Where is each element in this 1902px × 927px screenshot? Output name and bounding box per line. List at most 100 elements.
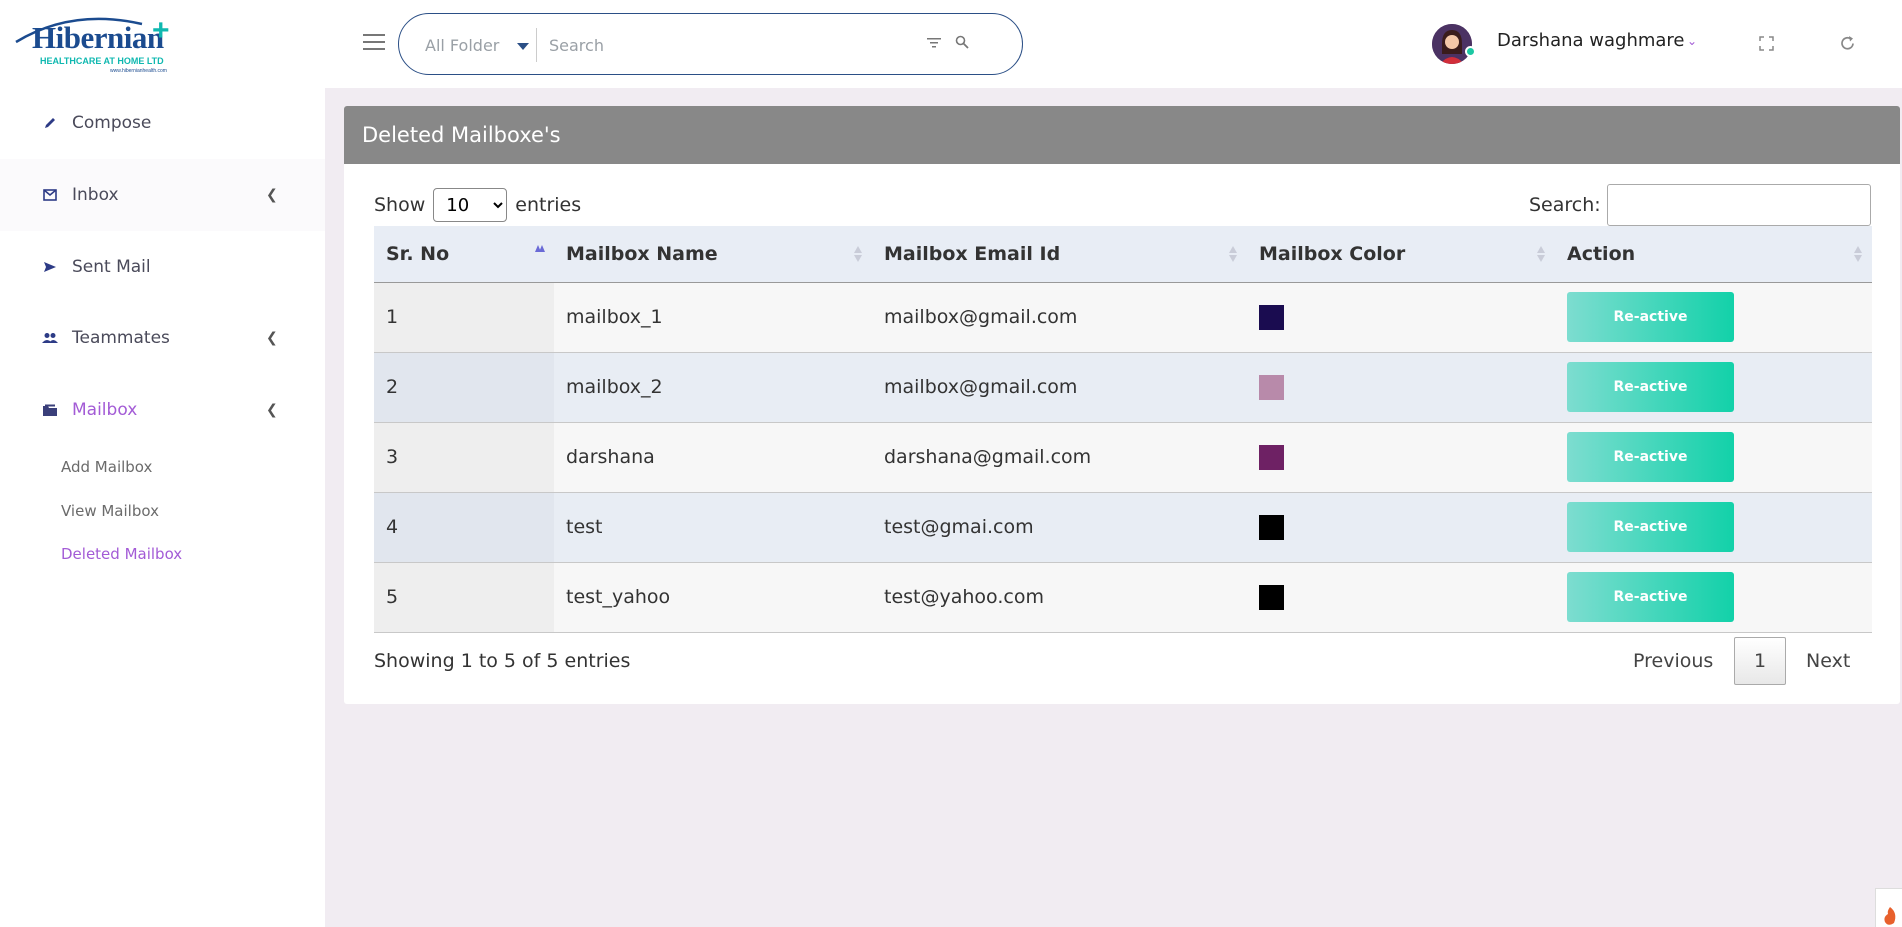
table-row: 3 darshana darshana@gmail.com Re-active [374, 422, 1872, 493]
reactivate-button[interactable]: Re-active [1567, 432, 1734, 482]
sidebar-subitem-deleted-mailbox[interactable]: Deleted Mailbox [61, 545, 182, 563]
column-header-label: Action [1567, 242, 1636, 265]
cell-mailbox-color [1247, 422, 1555, 493]
users-icon [42, 330, 58, 346]
sidebar-subitem-view-mailbox[interactable]: View Mailbox [61, 502, 159, 520]
search-icon[interactable] [955, 35, 969, 49]
fullscreen-icon[interactable] [1759, 36, 1774, 51]
color-swatch [1259, 584, 1284, 610]
cell-mailbox-color [1247, 352, 1555, 423]
sidebar-item-sent-mail[interactable]: Sent Mail [0, 231, 325, 303]
table-row: 5 test_yahoo test@yahoo.com Re-active [374, 562, 1872, 633]
table-search-input[interactable] [1606, 184, 1871, 226]
color-swatch [1259, 374, 1284, 400]
chevron-down-icon[interactable]: ⌄ [1687, 34, 1697, 48]
column-header-label: Mailbox Color [1259, 242, 1406, 265]
cell-mailbox-color [1247, 562, 1555, 633]
table-row: 4 test test@gmai.com Re-active [374, 492, 1872, 563]
sidebar-item-inbox[interactable]: Inbox ❮ [0, 159, 325, 231]
online-status-dot [1465, 46, 1476, 57]
cell-sr-no: 1 [374, 282, 554, 353]
logo[interactable]: Hibernian + HEALTHCARE AT HOME LTD www.h… [12, 12, 172, 74]
sort-asc-icon[interactable] [534, 244, 546, 264]
cell-mailbox-name: darshana [554, 422, 872, 493]
chevron-left-icon: ❮ [266, 330, 278, 346]
column-header-action[interactable]: Action [1555, 226, 1872, 283]
color-swatch [1259, 514, 1284, 540]
search-input[interactable] [549, 29, 849, 61]
card-title: Deleted Mailboxe's [344, 106, 1900, 164]
logo-name: Hibernian [32, 20, 164, 55]
search-divider [536, 28, 537, 62]
column-header-label: Mailbox Email Id [884, 242, 1061, 265]
column-header-mailbox-color[interactable]: Mailbox Color [1247, 226, 1555, 283]
sort-icon[interactable] [852, 244, 864, 264]
sidebar-item-label: Compose [72, 113, 152, 133]
show-label: Show [374, 194, 426, 216]
chevron-left-icon: ❮ [266, 402, 278, 418]
sidebar-item-label: Teammates [72, 328, 170, 348]
reactivate-button[interactable]: Re-active [1567, 292, 1734, 342]
send-icon [42, 259, 58, 275]
deleted-mailboxes-card: Deleted Mailboxe's Show 10 entries Searc… [344, 106, 1900, 704]
folder-icon [42, 402, 58, 418]
cell-sr-no: 3 [374, 422, 554, 493]
cell-mailbox-email: mailbox@gmail.com [872, 352, 1247, 423]
entries-label: entries [515, 194, 582, 216]
folder-select[interactable]: All Folder [425, 36, 499, 55]
pencil-icon [42, 115, 58, 131]
search-bar: All Folder [398, 13, 1023, 75]
table-search-label: Search: [1529, 194, 1601, 216]
sidebar-item-mailbox[interactable]: Mailbox ❮ [0, 374, 325, 446]
pagination-previous[interactable]: Previous [1633, 650, 1713, 672]
reactivate-button[interactable]: Re-active [1567, 572, 1734, 622]
column-header-mailbox-email[interactable]: Mailbox Email Id [872, 226, 1247, 283]
cell-action: Re-active [1555, 282, 1872, 353]
chevron-left-icon: ❮ [266, 187, 278, 203]
caret-down-icon[interactable] [517, 43, 529, 50]
pagination-page-1[interactable]: 1 [1734, 637, 1786, 685]
sidebar-item-compose[interactable]: Compose [0, 87, 325, 159]
sidebar-subitem-add-mailbox[interactable]: Add Mailbox [61, 458, 152, 476]
sidebar-item-label: Sent Mail [72, 257, 151, 277]
flame-icon[interactable] [1875, 888, 1902, 927]
cell-action: Re-active [1555, 492, 1872, 563]
sidebar: Hibernian + HEALTHCARE AT HOME LTD www.h… [0, 0, 325, 927]
refresh-icon[interactable] [1839, 35, 1856, 52]
sort-icon[interactable] [1852, 244, 1864, 264]
filter-icon[interactable] [927, 37, 941, 49]
column-header-label: Sr. No [386, 242, 450, 265]
cell-mailbox-color [1247, 282, 1555, 353]
sidebar-item-label: Inbox [72, 185, 119, 205]
page-size-control: Show 10 entries [374, 188, 581, 222]
color-swatch [1259, 304, 1284, 330]
table-search: Search: [1529, 184, 1871, 226]
cell-mailbox-color [1247, 492, 1555, 563]
envelope-icon [42, 187, 58, 203]
column-header-sr-no[interactable]: Sr. No [374, 226, 554, 283]
sort-icon[interactable] [1535, 244, 1547, 264]
cell-mailbox-name: mailbox_1 [554, 282, 872, 353]
column-header-mailbox-name[interactable]: Mailbox Name [554, 226, 872, 283]
cell-mailbox-email: test@yahoo.com [872, 562, 1247, 633]
cell-mailbox-email: mailbox@gmail.com [872, 282, 1247, 353]
reactivate-button[interactable]: Re-active [1567, 502, 1734, 552]
user-name[interactable]: Darshana waghmare [1497, 30, 1685, 51]
pagination-next[interactable]: Next [1806, 650, 1850, 672]
logo-cross-icon: + [152, 14, 170, 47]
column-header-label: Mailbox Name [566, 242, 718, 265]
sidebar-item-teammates[interactable]: Teammates ❮ [0, 302, 325, 374]
cell-action: Re-active [1555, 352, 1872, 423]
logo-tagline: HEALTHCARE AT HOME LTD [40, 56, 164, 66]
cell-sr-no: 2 [374, 352, 554, 423]
mailbox-table: Sr. No Mailbox Name Mailbox Email Id Mai… [374, 226, 1872, 633]
sort-icon[interactable] [1227, 244, 1239, 264]
sidebar-item-label: Mailbox [72, 400, 138, 420]
reactivate-button[interactable]: Re-active [1567, 362, 1734, 412]
cell-sr-no: 4 [374, 492, 554, 563]
menu-toggle-icon[interactable] [363, 34, 385, 52]
cell-mailbox-name: test_yahoo [554, 562, 872, 633]
avatar[interactable] [1432, 24, 1472, 64]
page-size-select[interactable]: 10 [433, 188, 508, 222]
topbar: All Folder Darshana waghmare ⌄ [325, 0, 1902, 88]
